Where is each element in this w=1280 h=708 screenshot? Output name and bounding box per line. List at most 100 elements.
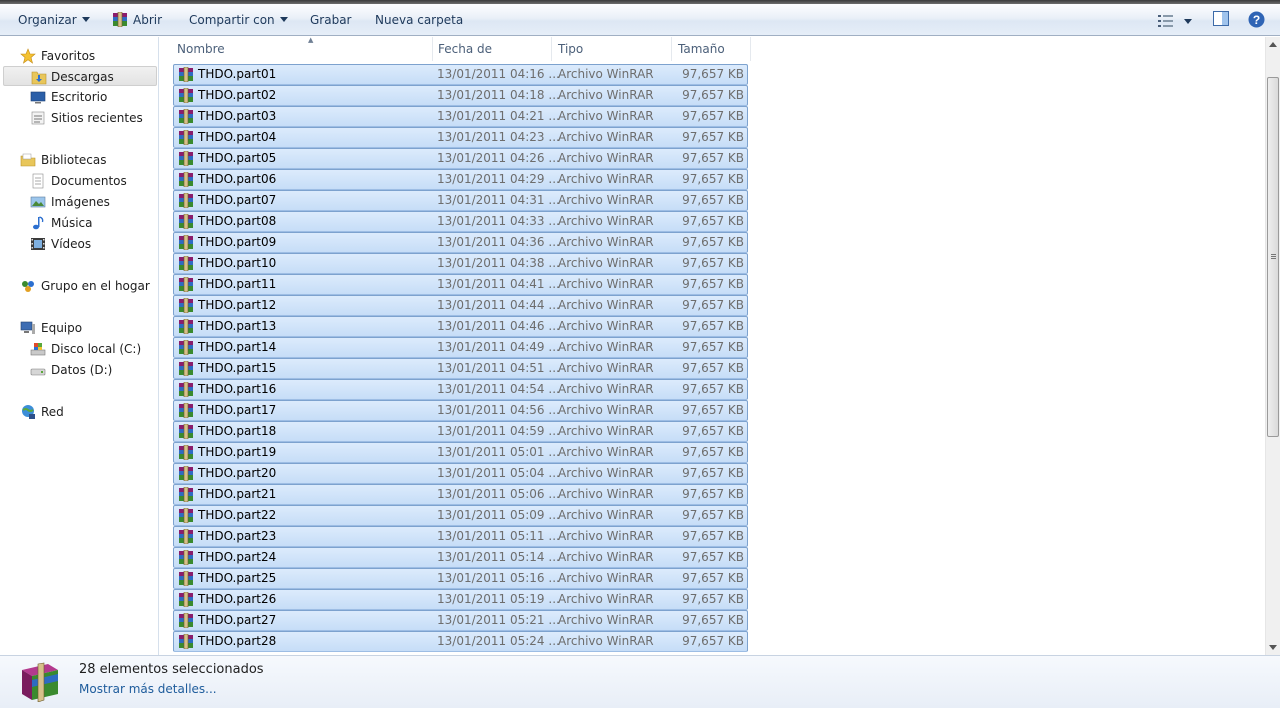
nav-computer[interactable]: Equipo [0,318,158,338]
help-button[interactable]: ? [1248,11,1265,29]
winrar-archive-icon [179,235,193,250]
libraries-icon [20,153,36,167]
organize-button[interactable]: Organizar [18,9,90,31]
downloads-folder-icon [31,71,47,85]
file-name: THDO.part05 [198,151,277,165]
winrar-archive-icon [179,277,193,292]
open-button[interactable]: Abrir [112,9,162,31]
show-more-details-link[interactable]: Mostrar más detalles... [79,682,217,696]
nav-favorites[interactable]: Favoritos [0,46,158,66]
winrar-archive-icon [179,550,193,565]
nav-local-disk[interactable]: Disco local (C:) [0,339,158,359]
column-name-label: Nombre [177,42,225,56]
scroll-up-arrow-icon[interactable] [1269,42,1277,47]
file-row[interactable]: THDO.part13 13/01/2011 04:46 ... Archivo… [173,316,748,337]
file-row[interactable]: THDO.part12 13/01/2011 04:44 ... Archivo… [173,295,748,316]
nav-network[interactable]: Red [0,402,158,422]
view-options-button[interactable] [1158,11,1192,29]
file-name: THDO.part09 [198,235,277,249]
file-type: Archivo WinRAR [558,109,654,123]
file-date: 13/01/2011 04:29 ... [437,172,560,186]
file-date: 13/01/2011 04:21 ... [437,109,560,123]
file-type: Archivo WinRAR [558,319,654,333]
file-size: 97,657 KB [682,445,744,459]
hard-drive-icon [30,368,46,376]
file-row[interactable]: THDO.part10 13/01/2011 04:38 ... Archivo… [173,253,748,274]
file-size: 97,657 KB [682,634,744,648]
file-row[interactable]: THDO.part26 13/01/2011 05:19 ... Archivo… [173,589,748,610]
file-date: 13/01/2011 04:23 ... [437,130,560,144]
file-row[interactable]: THDO.part20 13/01/2011 05:04 ... Archivo… [173,463,748,484]
file-row[interactable]: THDO.part03 13/01/2011 04:21 ... Archivo… [173,106,748,127]
winrar-archive-icon [179,382,193,397]
new-folder-button[interactable]: Nueva carpeta [375,9,463,31]
scroll-down-arrow-icon[interactable] [1269,645,1277,650]
file-row[interactable]: THDO.part24 13/01/2011 05:14 ... Archivo… [173,547,748,568]
nav-downloads[interactable]: Descargas [3,66,157,86]
share-with-button[interactable]: Compartir con [189,9,288,31]
nav-data-disk[interactable]: Datos (D:) [0,360,158,380]
file-row[interactable]: THDO.part01 13/01/2011 04:16 ... Archivo… [173,64,748,85]
pictures-icon [30,196,46,208]
nav-homegroup-label: Grupo en el hogar [41,279,150,293]
nav-homegroup[interactable]: Grupo en el hogar [0,276,158,296]
nav-videos[interactable]: Vídeos [0,234,158,254]
file-row[interactable]: THDO.part21 13/01/2011 05:06 ... Archivo… [173,484,748,505]
file-date: 13/01/2011 04:33 ... [437,214,560,228]
nav-pictures[interactable]: Imágenes [0,192,158,212]
winrar-archive-icon [179,193,193,208]
file-date: 13/01/2011 05:06 ... [437,487,560,501]
nav-local-disk-label: Disco local (C:) [51,342,142,356]
file-row[interactable]: THDO.part14 13/01/2011 04:49 ... Archivo… [173,337,748,358]
nav-recent-places[interactable]: Sitios recientes [0,108,158,128]
file-row[interactable]: THDO.part17 13/01/2011 04:56 ... Archivo… [173,400,748,421]
nav-desktop[interactable]: Escritorio [0,87,158,107]
column-header-date[interactable]: Fecha de modifica... [432,37,552,80]
column-headers: Nombre ▲ Fecha de modifica... Tipo Tamañ… [160,36,1265,80]
file-row[interactable]: THDO.part15 13/01/2011 04:51 ... Archivo… [173,358,748,379]
column-header-name[interactable]: Nombre ▲ [171,36,433,61]
file-size: 97,657 KB [682,277,744,291]
file-row[interactable]: THDO.part07 13/01/2011 04:31 ... Archivo… [173,190,748,211]
file-row[interactable]: THDO.part09 13/01/2011 04:36 ... Archivo… [173,232,748,253]
file-row[interactable]: THDO.part28 13/01/2011 05:24 ... Archivo… [173,631,748,652]
file-date: 13/01/2011 05:11 ... [437,529,560,543]
nav-music[interactable]: Música [0,213,158,233]
file-row[interactable]: THDO.part11 13/01/2011 04:41 ... Archivo… [173,274,748,295]
preview-pane-button[interactable] [1213,11,1229,29]
file-size: 97,657 KB [682,382,744,396]
file-date: 13/01/2011 04:56 ... [437,403,560,417]
file-name: THDO.part08 [198,214,277,228]
file-row[interactable]: THDO.part19 13/01/2011 05:01 ... Archivo… [173,442,748,463]
file-row[interactable]: THDO.part06 13/01/2011 04:29 ... Archivo… [173,169,748,190]
column-header-type[interactable]: Tipo [552,37,672,61]
nav-documents[interactable]: Documentos [0,171,158,191]
file-type: Archivo WinRAR [558,592,654,606]
scrollbar-thumb[interactable] [1267,77,1279,437]
file-row[interactable]: THDO.part25 13/01/2011 05:16 ... Archivo… [173,568,748,589]
file-row[interactable]: THDO.part16 13/01/2011 04:54 ... Archivo… [173,379,748,400]
file-row[interactable]: THDO.part23 13/01/2011 05:11 ... Archivo… [173,526,748,547]
winrar-archive-icon [179,424,193,439]
file-row[interactable]: THDO.part02 13/01/2011 04:18 ... Archivo… [173,85,748,106]
file-date: 13/01/2011 04:44 ... [437,298,560,312]
file-date: 13/01/2011 04:26 ... [437,151,560,165]
file-row[interactable]: THDO.part27 13/01/2011 05:21 ... Archivo… [173,610,748,631]
vertical-scrollbar[interactable] [1265,37,1280,655]
file-type: Archivo WinRAR [558,151,654,165]
burn-button[interactable]: Grabar [310,9,352,31]
file-row[interactable]: THDO.part04 13/01/2011 04:23 ... Archivo… [173,127,748,148]
file-row[interactable]: THDO.part22 13/01/2011 05:09 ... Archivo… [173,505,748,526]
file-type: Archivo WinRAR [558,130,654,144]
winrar-archive-icon [179,109,193,124]
file-row[interactable]: THDO.part08 13/01/2011 04:33 ... Archivo… [173,211,748,232]
file-type: Archivo WinRAR [558,634,654,648]
file-date: 13/01/2011 05:14 ... [437,550,560,564]
file-row[interactable]: THDO.part18 13/01/2011 04:59 ... Archivo… [173,421,748,442]
column-type-label: Tipo [558,42,584,56]
nav-libraries[interactable]: Bibliotecas [0,150,158,170]
file-row[interactable]: THDO.part05 13/01/2011 04:26 ... Archivo… [173,148,748,169]
column-header-size[interactable]: Tamaño [672,37,751,61]
file-name: THDO.part18 [198,424,277,438]
file-name: THDO.part25 [198,571,277,585]
